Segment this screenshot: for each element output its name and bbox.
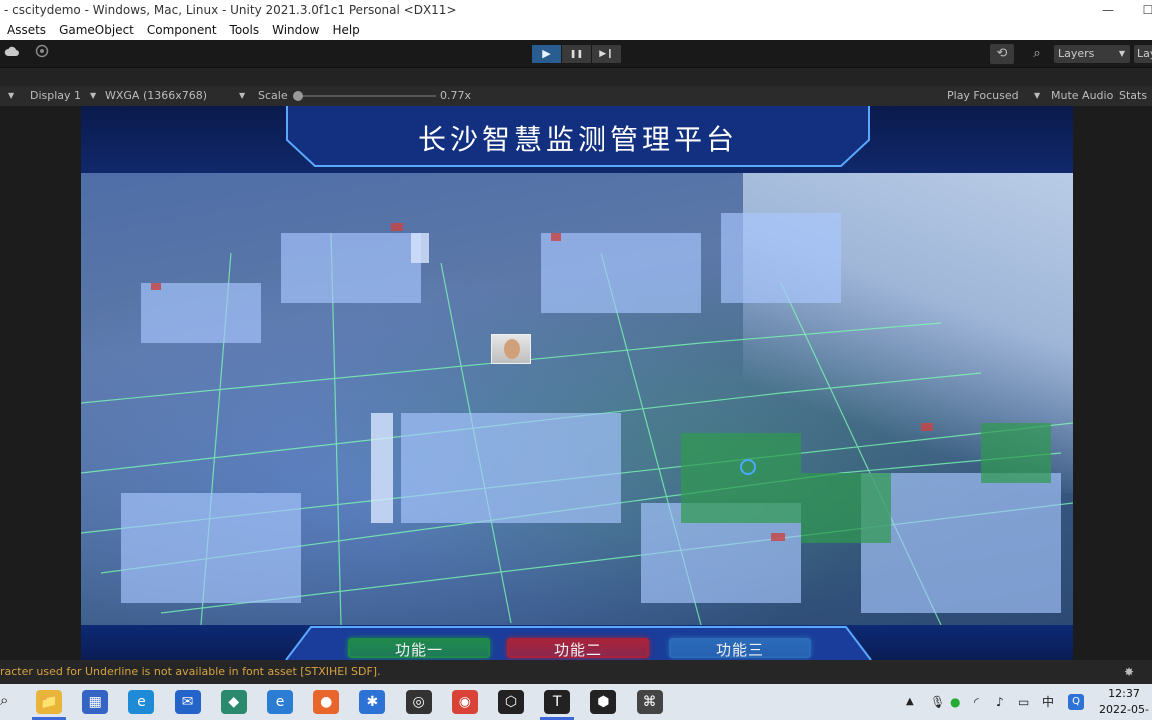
chevron-down-icon: ▼	[1118, 49, 1125, 58]
function-three-button[interactable]: 功能三	[669, 638, 811, 659]
windows-taskbar: ⌕ 📁 ▦ e ✉ ◆ e ● ✱ ◎ ◉ ⬡ T ⬢ ⌘ ▲ 🎙 ● ◜ ♪ ▭ 中 Q 12:37 2…	[0, 684, 1152, 720]
play-focused-dropdown[interactable]: Play Focused	[947, 86, 1019, 106]
calculator-icon[interactable]: ▦	[82, 690, 109, 714]
microphone-icon[interactable]: 🎙	[930, 692, 945, 712]
app-blue-icon[interactable]: ✱	[359, 690, 386, 714]
play-button[interactable]: ▶	[532, 45, 561, 63]
menu-bar: Assets GameObject Component Tools Window Help	[0, 20, 1152, 40]
search-icon[interactable]: ⌕	[1025, 44, 1049, 64]
layers-dropdown[interactable]: Layers ▼	[1054, 45, 1130, 63]
vpn-icon[interactable]: ◆	[220, 690, 247, 714]
play-controls: ▶ ❚❚ ▶❙	[532, 45, 622, 63]
resolution-dropdown[interactable]: WXGA (1366x768)	[105, 86, 207, 106]
bug-icon[interactable]: ✸	[1124, 660, 1134, 684]
chevron-down-icon[interactable]: ▼	[239, 86, 245, 106]
chevron-up-icon[interactable]: ▲	[906, 692, 914, 712]
volume-icon[interactable]: ♪	[996, 692, 1004, 712]
city-3d-map[interactable]	[81, 173, 1073, 625]
menu-component[interactable]: Component	[140, 20, 223, 40]
ie-icon[interactable]: e	[267, 690, 293, 714]
layers-label: Layers	[1058, 47, 1095, 60]
menu-gameobject[interactable]: GameObject	[52, 20, 140, 40]
minimize-button[interactable]: —	[1088, 0, 1128, 20]
unity-icon[interactable]: ⬢	[590, 690, 617, 714]
display-dropdown[interactable]: Display 1	[30, 86, 81, 106]
chevron-down-icon[interactable]: ▼	[90, 86, 96, 106]
typora-icon[interactable]: T	[544, 690, 571, 714]
file-explorer-icon[interactable]: 📁	[36, 690, 62, 714]
ime-indicator[interactable]: 中	[1042, 692, 1054, 712]
console-warning-message: racter used for Underline is not availab…	[0, 665, 381, 678]
chrome-icon[interactable]: ◉	[451, 690, 478, 714]
city-network-overlay	[81, 213, 1073, 625]
avatar-face	[504, 339, 520, 359]
clock-time: 12:37	[1108, 687, 1140, 700]
battery-icon[interactable]: ▭	[1018, 692, 1029, 712]
menu-window[interactable]: Window	[265, 20, 325, 40]
firefox-icon[interactable]: ●	[313, 690, 340, 714]
edge-icon[interactable]: e	[128, 690, 155, 714]
cloud-icon[interactable]	[2, 44, 22, 64]
wechat-icon[interactable]: ●	[950, 692, 960, 712]
game-viewport[interactable]: 长沙智慧监测管理平台 功能一 功能二 功能三	[81, 106, 1073, 660]
system-clock[interactable]: 12:37 2022-05-1	[1096, 686, 1152, 720]
menu-tools[interactable]: Tools	[223, 20, 266, 40]
scale-value: 0.77x	[440, 89, 472, 102]
page-title: 长沙智慧监测管理平台	[417, 123, 738, 156]
mail-icon[interactable]: ✉	[174, 690, 201, 714]
maximize-button[interactable]: ☐	[1128, 0, 1152, 20]
controller-icon[interactable]: ⌘	[636, 690, 663, 714]
chevron-down-icon[interactable]: ▼	[8, 86, 14, 106]
mute-audio-toggle[interactable]: Mute Audio	[1051, 86, 1113, 106]
window-title: - cscitydemo - Windows, Mac, Linux - Uni…	[4, 3, 457, 17]
qq-icon[interactable]: Q	[1068, 694, 1084, 710]
menu-help[interactable]: Help	[325, 20, 365, 40]
console-status-bar[interactable]: racter used for Underline is not availab…	[0, 660, 1152, 684]
step-button[interactable]: ▶❙	[592, 45, 621, 63]
game-tab-strip	[0, 68, 1152, 86]
scale-label: Scale	[258, 89, 288, 102]
desktop: - cscitydemo - Windows, Mac, Linux - Uni…	[0, 0, 1152, 720]
obs-icon[interactable]: ◎	[405, 690, 432, 714]
chevron-down-icon[interactable]: ▼	[1034, 86, 1040, 106]
search-icon[interactable]: ⌕	[0, 690, 8, 710]
stats-toggle[interactable]: Stats	[1119, 86, 1147, 106]
game-view-toolbar: ▼ Display 1 ▼ WXGA (1366x768) ▼ Scale 0.…	[0, 86, 1152, 106]
history-icon[interactable]: ⟲	[990, 44, 1014, 64]
scale-slider-handle[interactable]	[293, 91, 303, 101]
function-two-button[interactable]: 功能二	[507, 638, 649, 659]
clock-date: 2022-05-1	[1099, 703, 1149, 720]
pause-button[interactable]: ❚❚	[562, 45, 591, 63]
layout-dropdown[interactable]: Lay	[1134, 45, 1152, 63]
scale-slider-track[interactable]	[298, 95, 436, 97]
unity-hub-icon[interactable]: ⬡	[498, 690, 524, 714]
wifi-icon[interactable]: ◜	[974, 692, 979, 712]
menu-assets[interactable]: Assets	[0, 20, 52, 40]
main-toolbar: ▶ ❚❚ ▶❙ ⟲ ⌕ Layers ▼ Lay	[0, 40, 1152, 68]
user-avatar-marker[interactable]	[491, 334, 531, 364]
location-marker[interactable]	[740, 459, 756, 475]
function-one-button[interactable]: 功能一	[348, 638, 490, 659]
window-title-bar: - cscitydemo - Windows, Mac, Linux - Uni…	[0, 0, 1152, 20]
collab-icon[interactable]	[32, 44, 52, 64]
